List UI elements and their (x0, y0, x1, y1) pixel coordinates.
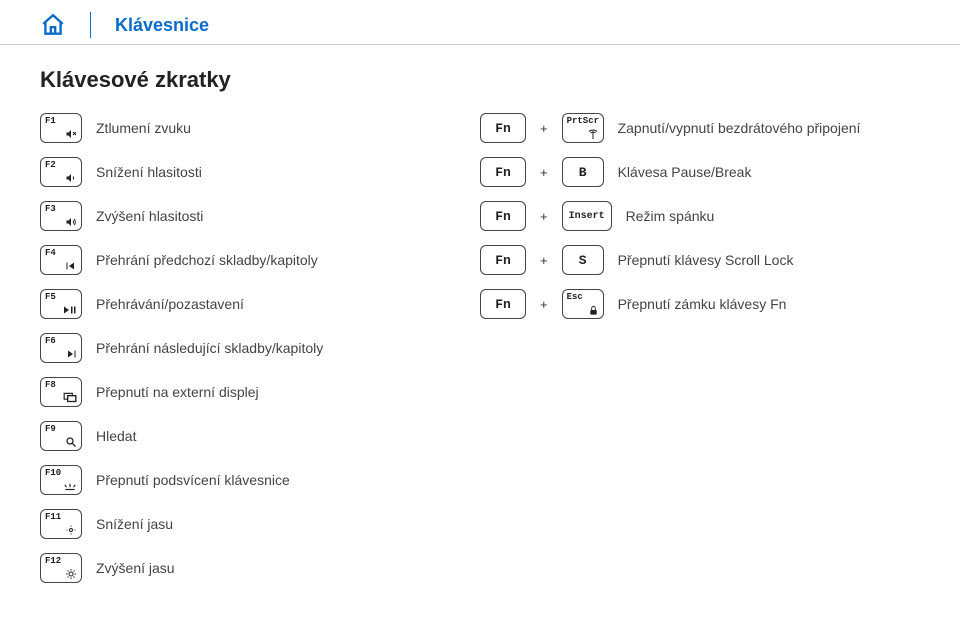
key-label: F5 (45, 292, 56, 302)
mute-icon (65, 128, 77, 140)
key-fn: Fn (480, 113, 526, 143)
shortcut-desc: Ztlumení zvuku (96, 120, 191, 136)
key-label: Insert (569, 211, 605, 222)
key-label: F11 (45, 512, 61, 522)
shortcut-row: F5 Přehrávání/pozastavení (40, 287, 420, 321)
shortcut-row: Fn + PrtScr Zapnutí/vypnutí bezdrátového… (480, 111, 920, 145)
shortcut-row: F8 Přepnutí na externí displej (40, 375, 420, 409)
shortcut-desc: Přepnutí na externí displej (96, 384, 259, 400)
shortcut-row: F4 Přehrání předchozí skladby/kapitoly (40, 243, 420, 277)
key-label: F10 (45, 468, 61, 478)
key-f12: F12 (40, 553, 82, 583)
search-icon (65, 436, 77, 448)
shortcut-desc: Přehrání předchozí skladby/kapitoly (96, 252, 318, 268)
shortcut-desc: Přepnutí podsvícení klávesnice (96, 472, 290, 488)
shortcut-row: F1 Ztlumení zvuku (40, 111, 420, 145)
shortcuts-table: F1 Ztlumení zvuku F2 Snížení hlasitosti … (0, 111, 960, 585)
shortcut-desc: Přehrávání/pozastavení (96, 296, 244, 312)
prev-track-icon (65, 260, 77, 272)
volume-down-icon (65, 172, 77, 184)
shortcut-row: F9 Hledat (40, 419, 420, 453)
key-fn: Fn (480, 157, 526, 187)
key-f5: F5 (40, 289, 82, 319)
key-f10: F10 (40, 465, 82, 495)
key-f8: F8 (40, 377, 82, 407)
shortcut-desc: Zvýšení hlasitosti (96, 208, 203, 224)
plus-sign: + (540, 297, 548, 312)
shortcut-row: F3 Zvýšení hlasitosti (40, 199, 420, 233)
key-fn: Fn (480, 201, 526, 231)
key-f2: F2 (40, 157, 82, 187)
shortcut-row: F12 Zvýšení jasu (40, 551, 420, 585)
shortcut-row: Fn + B Klávesa Pause/Break (480, 155, 920, 189)
key-f3: F3 (40, 201, 82, 231)
key-label: F3 (45, 204, 56, 214)
wireless-icon (587, 128, 599, 140)
key-label: F4 (45, 248, 56, 258)
key-b: B (562, 157, 604, 187)
shortcut-row: Fn + S Přepnutí klávesy Scroll Lock (480, 243, 920, 277)
display-icon (63, 392, 77, 404)
play-pause-icon (63, 304, 77, 316)
plus-sign: + (540, 209, 548, 224)
shortcut-desc: Přepnutí klávesy Scroll Lock (618, 252, 794, 268)
key-insert: Insert (562, 201, 612, 231)
shortcut-desc: Zapnutí/vypnutí bezdrátového připojení (618, 120, 861, 136)
key-fn: Fn (480, 289, 526, 319)
page-header: Klávesnice (0, 0, 960, 45)
shortcut-row: F10 Přepnutí podsvícení klávesnice (40, 463, 420, 497)
shortcut-desc: Zvýšení jasu (96, 560, 175, 576)
plus-sign: + (540, 253, 548, 268)
backlight-icon (63, 480, 77, 492)
shortcut-desc: Klávesa Pause/Break (618, 164, 752, 180)
key-s: S (562, 245, 604, 275)
section-title: Klávesové zkratky (40, 67, 960, 93)
key-label: PrtScr (567, 116, 599, 126)
home-icon[interactable] (40, 12, 66, 38)
next-track-icon (65, 348, 77, 360)
key-label: F8 (45, 380, 56, 390)
shortcut-desc: Režim spánku (626, 208, 715, 224)
key-label: Esc (567, 292, 583, 302)
shortcut-desc: Snížení hlasitosti (96, 164, 202, 180)
key-f9: F9 (40, 421, 82, 451)
shortcut-desc: Přepnutí zámku klávesy Fn (618, 296, 787, 312)
key-prtscr: PrtScr (562, 113, 604, 143)
key-fn: Fn (480, 245, 526, 275)
shortcut-row: F11 Snížení jasu (40, 507, 420, 541)
key-label: S (579, 253, 587, 268)
volume-up-icon (65, 216, 77, 228)
key-label: F9 (45, 424, 56, 434)
lock-icon (588, 305, 599, 316)
page-title: Klávesnice (115, 15, 209, 36)
key-f6: F6 (40, 333, 82, 363)
brightness-down-icon (65, 524, 77, 536)
shortcut-desc: Snížení jasu (96, 516, 173, 532)
left-column: F1 Ztlumení zvuku F2 Snížení hlasitosti … (40, 111, 420, 585)
key-label: F2 (45, 160, 56, 170)
key-esc: Esc (562, 289, 604, 319)
key-label: F1 (45, 116, 56, 126)
shortcut-row: F6 Přehrání následující skladby/kapitoly (40, 331, 420, 365)
plus-sign: + (540, 121, 548, 136)
shortcut-row: F2 Snížení hlasitosti (40, 155, 420, 189)
shortcut-desc: Hledat (96, 428, 136, 444)
key-f4: F4 (40, 245, 82, 275)
header-divider (90, 12, 91, 38)
plus-sign: + (540, 165, 548, 180)
key-f11: F11 (40, 509, 82, 539)
key-label: F12 (45, 556, 61, 566)
right-column: Fn + PrtScr Zapnutí/vypnutí bezdrátového… (480, 111, 920, 585)
shortcut-row: Fn + Insert Režim spánku (480, 199, 920, 233)
shortcut-row: Fn + Esc Přepnutí zámku klávesy Fn (480, 287, 920, 321)
brightness-up-icon (65, 568, 77, 580)
key-label: F6 (45, 336, 56, 346)
key-f1: F1 (40, 113, 82, 143)
key-label: B (579, 165, 587, 180)
shortcut-desc: Přehrání následující skladby/kapitoly (96, 340, 323, 356)
